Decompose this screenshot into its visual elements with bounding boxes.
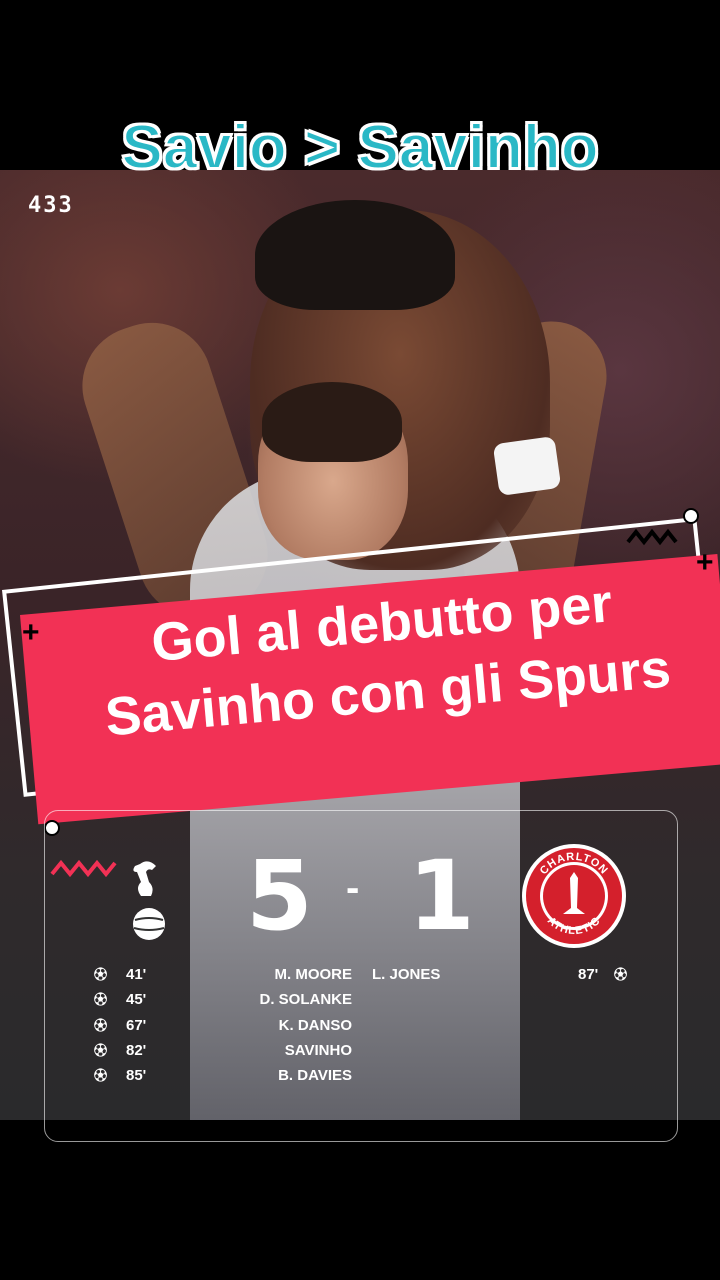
score-separator: - — [346, 866, 360, 910]
creator-hair — [262, 382, 402, 462]
goal-scorer: SAVINHO — [284, 1042, 352, 1059]
brand-logo: 433 — [28, 193, 74, 218]
football-icon: ⚽︎ — [94, 1068, 108, 1083]
goal-scorer: B. DAVIES — [278, 1067, 352, 1084]
away-score: 1 — [408, 840, 475, 952]
goal-minute: 41' — [126, 966, 147, 983]
football-icon: ⚽︎ — [94, 967, 108, 982]
home-score: 5 — [246, 840, 313, 952]
goal-minute: 67' — [126, 1017, 147, 1034]
headline-title: Savio > Savinho — [120, 112, 599, 183]
goal-minute: 85' — [126, 1067, 147, 1084]
goal-row: ⚽︎ 85' B. DAVIES — [94, 1066, 352, 1086]
goal-minute: 45' — [126, 991, 147, 1008]
goal-row: L. JONES 87' ⚽︎ — [372, 965, 632, 985]
charlton-crest: CHARLTON ATHLETIC — [522, 844, 626, 948]
goal-scorer: K. DANSO — [278, 1017, 352, 1034]
goal-row: ⚽︎ 45' D. SOLANKE — [94, 990, 352, 1010]
goal-row: ⚽︎ 41' M. MOORE — [94, 965, 352, 985]
goal-minute: 82' — [126, 1042, 147, 1059]
football-icon: ⚽︎ — [94, 1043, 108, 1058]
goal-row: ⚽︎ 67' K. DANSO — [94, 1016, 352, 1036]
goal-scorer: D. SOLANKE — [259, 991, 352, 1008]
goal-row: ⚽︎ 82' SAVINHO — [94, 1041, 352, 1061]
goal-scorer: L. JONES — [372, 966, 441, 983]
football-icon: ⚽︎ — [94, 992, 108, 1007]
football-icon: ⚽︎ — [94, 1018, 108, 1033]
spurs-crest — [133, 861, 165, 940]
player-hair — [255, 200, 455, 310]
football-icon: ⚽︎ — [614, 967, 628, 982]
goal-scorer: M. MOORE — [274, 966, 353, 983]
goal-minute: 87' — [578, 966, 599, 983]
player-wristband — [492, 435, 562, 497]
